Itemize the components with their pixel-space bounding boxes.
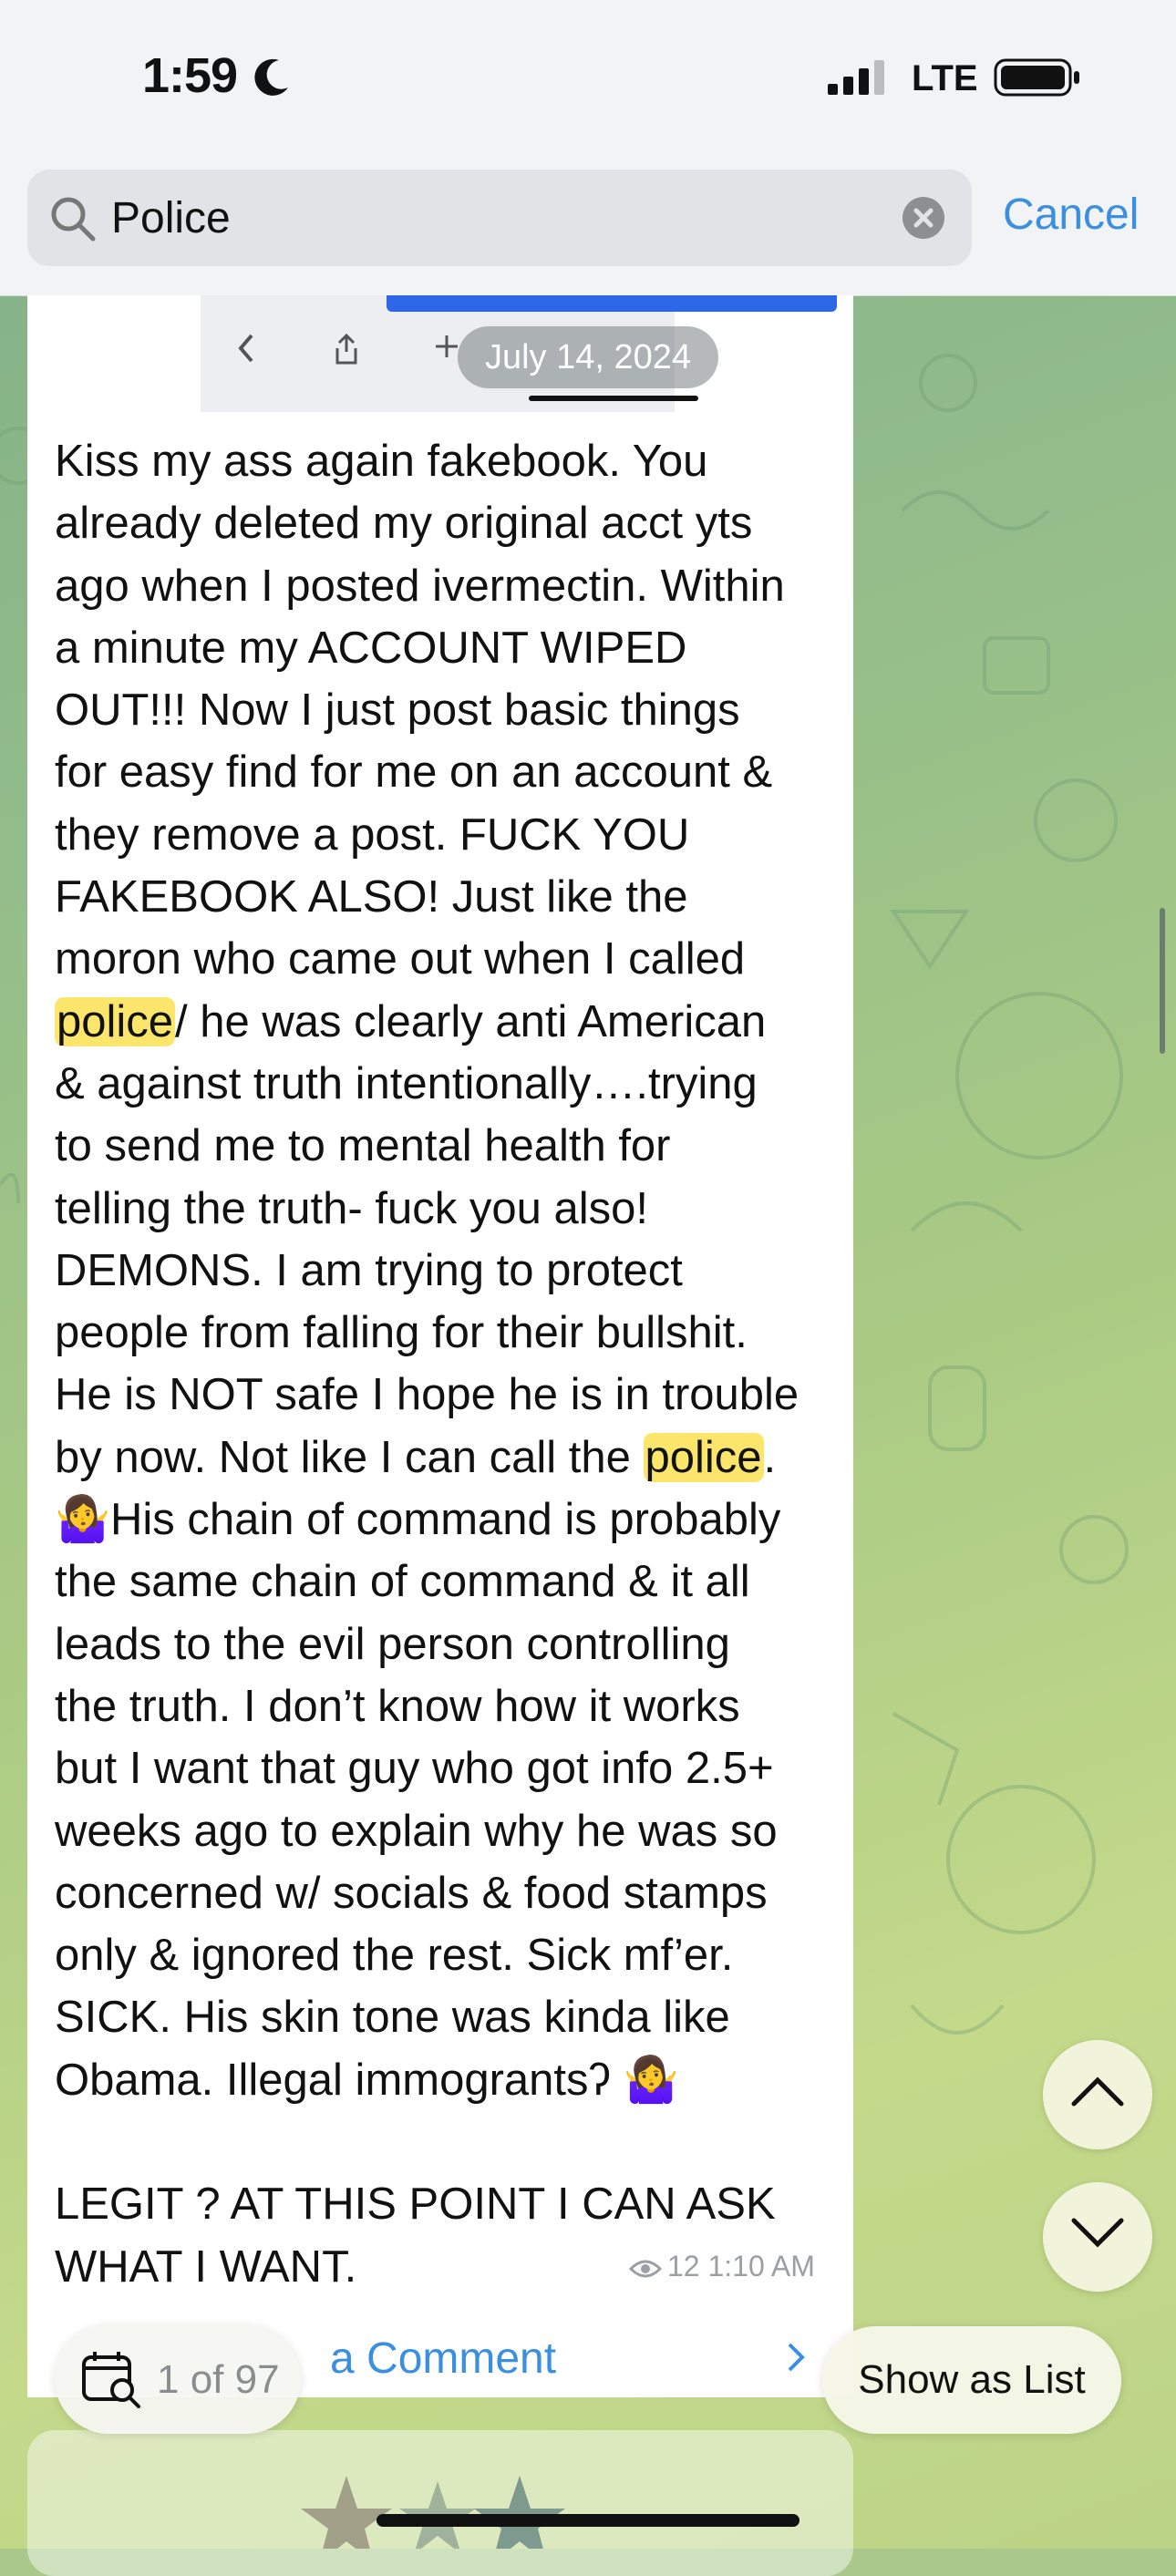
result-counter: 1 of 97	[157, 2357, 280, 2402]
chevron-right-icon	[788, 2343, 805, 2372]
clear-search-icon[interactable]	[903, 197, 944, 239]
leave-comment-link[interactable]: a Comment	[330, 2334, 556, 2384]
search-input[interactable]	[111, 193, 895, 243]
message-bubble: July 14, 2024 Kiss my ass again fakebook…	[27, 295, 853, 2315]
shrug-emoji: 🤷‍♀️	[55, 1493, 111, 1546]
message-meta: 12 1:10 AM	[629, 2250, 815, 2283]
search-header: 1:59 LTE Cancel	[0, 0, 1176, 296]
shrug-emoji: 🤷‍♀️	[623, 2053, 679, 2106]
embedded-home-indicator	[529, 396, 698, 401]
network-type: LTE	[912, 58, 978, 98]
share-icon	[335, 334, 357, 365]
scrollbar[interactable]	[1160, 908, 1165, 1054]
calendar-search-icon	[82, 2352, 140, 2408]
calendar-search-button[interactable]: 1 of 97	[55, 2324, 301, 2434]
message-text: Kiss my ass again fakebook. You already …	[55, 430, 853, 2298]
embedded-blue-button	[387, 295, 837, 312]
stars-sticker-icon	[301, 2476, 565, 2549]
cellular-signal-icon	[828, 60, 884, 95]
message-text-segment: His chain of command is probably the sam…	[55, 1495, 781, 2105]
view-count: 12	[667, 2250, 700, 2282]
message-text-segment: .	[763, 1432, 777, 1482]
chevron-up-icon	[1071, 2076, 1124, 2107]
search-highlight: police	[55, 996, 176, 1046]
date-pill: July 14, 2024	[458, 326, 718, 388]
plus-icon	[436, 335, 458, 357]
chevron-down-icon	[1071, 2218, 1124, 2248]
cancel-button[interactable]: Cancel	[1003, 190, 1139, 240]
views-eye-icon	[629, 2260, 662, 2278]
search-icon	[51, 197, 96, 242]
search-field[interactable]	[27, 170, 972, 266]
message-time: 1:10 AM	[707, 2250, 815, 2282]
battery-icon	[994, 58, 1079, 97]
next-result-button[interactable]	[1043, 2182, 1152, 2292]
message-text-segment: Kiss my ass again fakebook. You already …	[55, 437, 785, 984]
previous-result-button[interactable]	[1043, 2040, 1152, 2149]
back-arrow-icon	[238, 334, 253, 363]
show-as-list-button[interactable]: Show as List	[822, 2326, 1121, 2434]
message-text-segment: / he was clearly anti American & against…	[55, 996, 799, 1482]
search-highlight: police	[643, 1432, 764, 1482]
home-indicator	[377, 2514, 799, 2527]
moon-icon	[254, 58, 288, 96]
status-time: 1:59	[142, 48, 238, 103]
